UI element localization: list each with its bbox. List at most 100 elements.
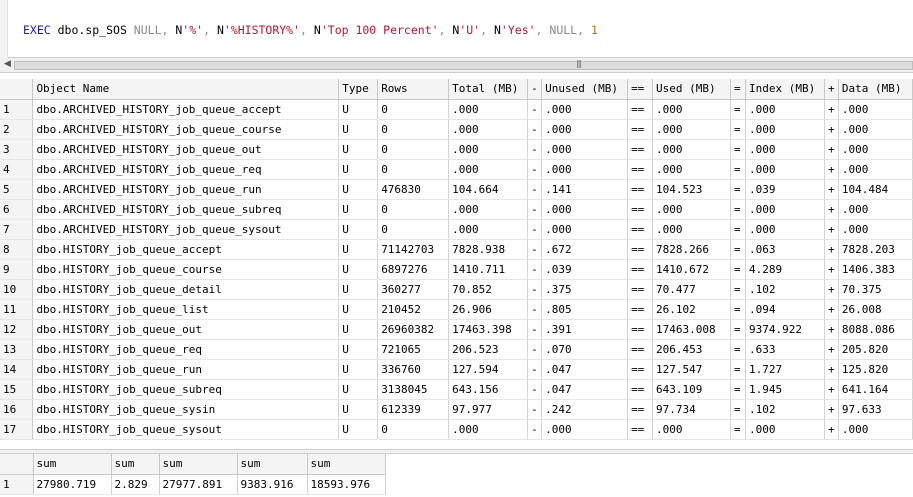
table-cell[interactable]: dbo.HISTORY_job_queue_detail xyxy=(32,279,340,300)
scroll-left-arrow-icon[interactable]: ◀ xyxy=(4,59,11,69)
table-cell[interactable]: == xyxy=(627,379,654,400)
table-row[interactable]: 12 dbo.HISTORY_job_queue_out U 26960382 1746… xyxy=(0,319,913,340)
table-cell[interactable]: 9383.916 xyxy=(237,474,308,495)
row-number[interactable]: 1 xyxy=(0,99,34,120)
column-header[interactable]: == xyxy=(627,79,654,100)
table-cell[interactable]: .000 xyxy=(838,119,913,140)
table-cell[interactable]: .000 xyxy=(541,139,629,160)
table-cell[interactable]: .102 xyxy=(745,399,825,420)
table-cell[interactable]: 7828.938 xyxy=(448,239,529,260)
row-number[interactable]: 3 xyxy=(0,139,34,160)
column-header[interactable]: + xyxy=(824,79,839,100)
table-cell[interactable]: 70.852 xyxy=(448,279,529,300)
table-row[interactable]: 2 dbo.ARCHIVED_HISTORY_job_queue_course U 0… xyxy=(0,119,913,140)
table-cell[interactable]: 70.477 xyxy=(652,279,731,300)
table-cell[interactable]: dbo.ARCHIVED_HISTORY_job_queue_subreq xyxy=(32,199,340,220)
table-cell[interactable]: + xyxy=(824,319,839,340)
table-cell[interactable]: == xyxy=(627,119,654,140)
row-number-header[interactable] xyxy=(0,454,34,475)
table-cell[interactable]: - xyxy=(527,399,543,420)
table-cell[interactable]: + xyxy=(824,259,839,280)
table-row[interactable]: 16 dbo.HISTORY_job_queue_sysin U 612339 97.9… xyxy=(0,399,913,420)
table-cell[interactable]: == xyxy=(627,199,654,220)
table-cell[interactable]: 7828.203 xyxy=(838,239,913,260)
table-cell[interactable]: 104.484 xyxy=(838,179,913,200)
table-cell[interactable]: 4.289 xyxy=(745,259,825,280)
table-cell[interactable]: .070 xyxy=(541,339,629,360)
table-row[interactable]: 15 dbo.HISTORY_job_queue_subreq U 3138045 64… xyxy=(0,379,913,400)
table-cell[interactable]: = xyxy=(730,419,746,440)
column-header[interactable]: sum xyxy=(111,454,160,475)
table-cell[interactable]: - xyxy=(527,299,543,320)
table-cell[interactable]: dbo.HISTORY_job_queue_accept xyxy=(32,239,340,260)
table-cell[interactable]: 1410.672 xyxy=(652,259,731,280)
table-cell[interactable]: 1410.711 xyxy=(448,259,529,280)
table-cell[interactable]: .000 xyxy=(541,99,629,120)
table-cell[interactable]: == xyxy=(627,419,654,440)
table-cell[interactable]: 612339 xyxy=(377,399,450,420)
table-cell[interactable]: 17463.398 xyxy=(448,319,529,340)
table-cell[interactable]: 97.633 xyxy=(838,399,913,420)
table-cell[interactable]: dbo.ARCHIVED_HISTORY_job_queue_run xyxy=(32,179,340,200)
table-cell[interactable]: .000 xyxy=(652,139,731,160)
table-cell[interactable]: 26.102 xyxy=(652,299,731,320)
table-row[interactable]: 17 dbo.HISTORY_job_queue_sysout U 0.000- .00… xyxy=(0,419,913,440)
table-cell[interactable]: 643.109 xyxy=(652,379,731,400)
table-cell[interactable]: .000 xyxy=(652,419,731,440)
table-cell[interactable]: == xyxy=(627,299,654,320)
table-cell[interactable]: dbo.ARCHIVED_HISTORY_job_queue_sysout xyxy=(32,219,340,240)
table-cell[interactable]: .000 xyxy=(541,159,629,180)
table-cell[interactable]: dbo.ARCHIVED_HISTORY_job_queue_req xyxy=(32,159,340,180)
table-cell[interactable]: .000 xyxy=(745,119,825,140)
table-cell[interactable]: 641.164 xyxy=(838,379,913,400)
table-cell[interactable]: == xyxy=(627,259,654,280)
table-cell[interactable]: 3138045 xyxy=(377,379,450,400)
table-cell[interactable]: .047 xyxy=(541,359,629,380)
table-row[interactable]: 14 dbo.HISTORY_job_queue_run U 336760 127.59… xyxy=(0,359,913,380)
table-cell[interactable]: U xyxy=(338,279,379,300)
table-cell[interactable]: .000 xyxy=(448,99,529,120)
table-cell[interactable]: U xyxy=(338,139,379,160)
table-cell[interactable]: 1.727 xyxy=(745,359,825,380)
table-row[interactable]: 6 dbo.ARCHIVED_HISTORY_job_queue_subreq U 0… xyxy=(0,199,913,220)
row-number[interactable]: 5 xyxy=(0,179,34,200)
table-cell[interactable]: 0 xyxy=(377,139,450,160)
column-header[interactable]: = xyxy=(730,79,746,100)
scrollbar-thumb[interactable] xyxy=(14,61,913,70)
table-row[interactable]: 9 dbo.HISTORY_job_queue_course U 6897276 141… xyxy=(0,259,913,280)
table-cell[interactable]: 104.664 xyxy=(448,179,529,200)
table-cell[interactable]: - xyxy=(527,259,543,280)
table-cell[interactable]: U xyxy=(338,299,379,320)
row-number-header[interactable] xyxy=(0,79,34,100)
table-cell[interactable]: 643.156 xyxy=(448,379,529,400)
table-cell[interactable]: = xyxy=(730,219,746,240)
table-cell[interactable]: .000 xyxy=(838,419,913,440)
table-cell[interactable]: .000 xyxy=(652,119,731,140)
table-cell[interactable]: U xyxy=(338,359,379,380)
row-number[interactable]: 6 xyxy=(0,199,34,220)
column-header[interactable]: Total (MB) xyxy=(448,79,529,100)
table-cell[interactable]: 1.945 xyxy=(745,379,825,400)
table-row[interactable]: 7 dbo.ARCHIVED_HISTORY_job_queue_sysout U 0… xyxy=(0,219,913,240)
table-cell[interactable]: dbo.HISTORY_job_queue_list xyxy=(32,299,340,320)
table-cell[interactable]: 97.734 xyxy=(652,399,731,420)
table-cell[interactable]: dbo.HISTORY_job_queue_sysin xyxy=(32,399,340,420)
table-cell[interactable]: .141 xyxy=(541,179,629,200)
table-cell[interactable]: 0 xyxy=(377,119,450,140)
table-row[interactable]: 1 dbo.ARCHIVED_HISTORY_job_queue_accept U 0… xyxy=(0,99,913,120)
table-cell[interactable]: 0 xyxy=(377,219,450,240)
table-cell[interactable]: dbo.HISTORY_job_queue_req xyxy=(32,339,340,360)
table-cell[interactable]: 1406.383 xyxy=(838,259,913,280)
table-cell[interactable]: .000 xyxy=(448,199,529,220)
table-cell[interactable]: .000 xyxy=(745,99,825,120)
table-cell[interactable]: + xyxy=(824,99,839,120)
table-cell[interactable]: .000 xyxy=(745,199,825,220)
table-cell[interactable]: .672 xyxy=(541,239,629,260)
table-cell[interactable]: - xyxy=(527,379,543,400)
table-cell[interactable]: 0 xyxy=(377,419,450,440)
row-number[interactable]: 1 xyxy=(0,474,34,495)
row-number[interactable]: 4 xyxy=(0,159,34,180)
table-cell[interactable]: + xyxy=(824,299,839,320)
table-cell[interactable]: U xyxy=(338,239,379,260)
table-row[interactable]: 4 dbo.ARCHIVED_HISTORY_job_queue_req U 0.00… xyxy=(0,159,913,180)
